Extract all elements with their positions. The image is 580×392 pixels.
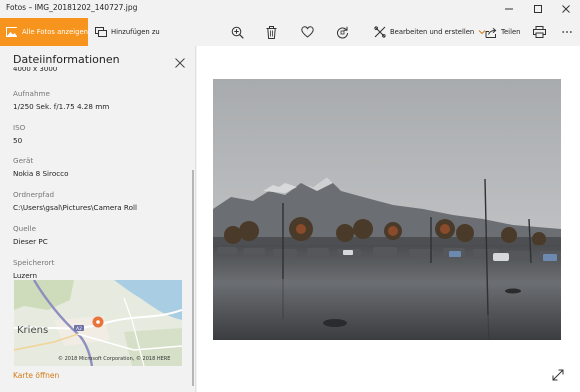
rotate-icon (337, 26, 348, 38)
window-title: Fotos – IMG_20181202_140727.jpg (6, 3, 138, 12)
zoom-in-button[interactable] (231, 18, 244, 46)
all-photos-button[interactable]: Alle Fotos anzeigen (0, 18, 88, 46)
edit-icon (374, 26, 386, 38)
field-label: Speicherort (13, 258, 55, 267)
field-value: 50 (13, 136, 23, 145)
add-to-label: Hinzufügen zu (111, 28, 160, 36)
rotate-button[interactable] (336, 18, 349, 46)
minimize-icon (504, 8, 513, 10)
share-label: Teilen (501, 28, 521, 36)
print-icon (533, 26, 546, 38)
edit-create-button[interactable]: Bearbeiten und erstellen (374, 18, 486, 46)
title-bar: Fotos – IMG_20181202_140727.jpg (0, 0, 580, 18)
share-icon (485, 27, 497, 38)
zoom-in-icon (231, 26, 244, 39)
field-value[interactable]: C:\Users\gsal\Pictures\Camera Roll (13, 203, 137, 212)
road-shield-label: A2 (76, 326, 82, 332)
field-value: 1/250 Sek. f/1.75 4.28 mm (13, 102, 110, 111)
location-map[interactable]: A2 Kriens © 2018 Microsoft Corporation, … (14, 280, 182, 366)
fullscreen-button[interactable] (552, 366, 564, 381)
field-iso: ISO 50 (13, 123, 25, 145)
field-label: Ordnerpfad (13, 190, 55, 199)
heart-icon (301, 26, 314, 38)
panel-title: Dateiinformationen (13, 53, 120, 66)
photo-icon (6, 27, 17, 37)
print-button[interactable] (533, 18, 546, 46)
close-icon (561, 5, 570, 13)
delete-icon (266, 25, 277, 39)
field-device: Gerät Nokia 8 Sirocco (13, 156, 69, 178)
delete-button[interactable] (266, 18, 277, 46)
dimensions-value-partial: 4000 x 3000 (13, 67, 58, 73)
field-value: Luzern (13, 271, 38, 280)
photo-image[interactable] (213, 79, 561, 341)
close-window-button[interactable] (551, 0, 580, 18)
field-value: Nokia 8 Sirocco (13, 169, 69, 178)
field-value: Dieser PC (13, 237, 48, 246)
field-capture: Aufnahme 1/250 Sek. f/1.75 4.28 mm (13, 89, 109, 111)
close-panel-button[interactable] (174, 54, 188, 68)
toolbar: Alle Fotos anzeigen Hinzufügen zu Bearbe… (0, 18, 580, 46)
panel-scrollbar[interactable] (192, 170, 194, 386)
field-folder-path: Ordnerpfad C:\Users\gsal\Pictures\Camera… (13, 190, 137, 212)
file-info-panel: Dateiinformationen 4000 x 3000 Aufnahme … (0, 46, 196, 392)
field-label: Gerät (13, 156, 34, 165)
edit-create-label: Bearbeiten und erstellen (390, 28, 475, 36)
add-to-album-icon (95, 27, 107, 37)
open-map-link[interactable]: Karte öffnen (13, 371, 59, 380)
field-location: Speicherort Luzern (13, 258, 54, 280)
all-photos-label: Alle Fotos anzeigen (21, 28, 88, 36)
field-label: ISO (13, 123, 26, 132)
photo-graphic (213, 79, 561, 341)
map-place-label: Kriens (17, 325, 48, 336)
field-label: Quelle (13, 224, 37, 233)
favorite-button[interactable] (301, 18, 314, 46)
minimize-button[interactable] (494, 0, 523, 18)
expand-icon (552, 369, 564, 381)
more-icon (562, 31, 572, 33)
maximize-button[interactable] (523, 0, 552, 18)
photo-viewer (197, 46, 580, 392)
close-icon (175, 58, 185, 68)
field-source: Quelle Dieser PC (13, 224, 48, 246)
map-copyright: © 2018 Microsoft Corporation, © 2018 HER… (58, 356, 171, 362)
add-to-button[interactable]: Hinzufügen zu (95, 18, 160, 46)
map-graphic: A2 Kriens (14, 280, 182, 366)
maximize-icon (533, 5, 542, 13)
more-button[interactable] (562, 18, 572, 46)
field-label: Aufnahme (13, 89, 50, 98)
share-button[interactable]: Teilen (485, 18, 520, 46)
